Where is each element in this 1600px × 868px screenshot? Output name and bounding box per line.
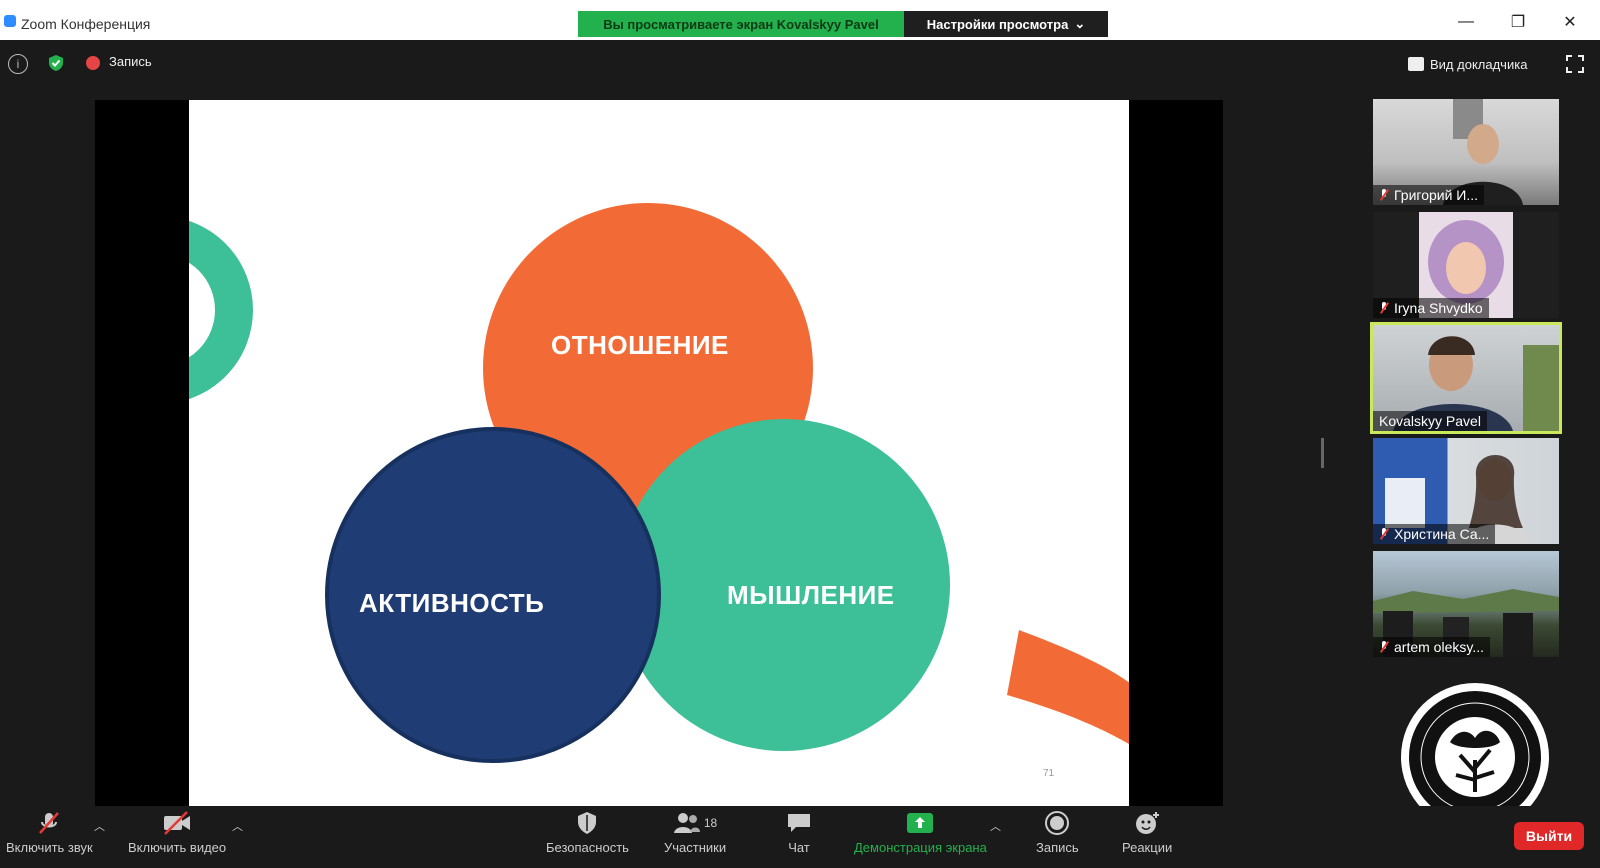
chevron-down-icon: ⌄: [1074, 16, 1086, 31]
reactions-button[interactable]: Реакции: [1122, 810, 1172, 855]
video-off-icon: [162, 810, 192, 836]
participant-tile[interactable]: Григорий И...: [1373, 99, 1559, 205]
muted-mic-icon: [1379, 640, 1389, 654]
record-icon: [1042, 810, 1072, 836]
participant-tile[interactable]: artem oleksy...: [1373, 551, 1559, 657]
speaker-view-button[interactable]: Вид докладчика: [1408, 50, 1527, 78]
participant-name-bar: Kovalskyy Pavel: [1373, 411, 1487, 431]
unmute-button[interactable]: Включить звук: [6, 810, 93, 855]
view-options-button[interactable]: Настройки просмотра ⌄: [904, 11, 1108, 37]
encryption-shield-icon[interactable]: [47, 54, 65, 72]
meeting-topbar: [0, 40, 1600, 84]
security-button[interactable]: Безопасность: [546, 810, 629, 855]
participants-label: Участники: [664, 840, 727, 855]
participants-icon: 18: [670, 810, 720, 836]
speaker-view-label: Вид докладчика: [1430, 56, 1528, 72]
presentation-slide: ОТНОШЕНИЕ АКТИВНОСТЬ МЫШЛЕНИЕ 71: [189, 100, 1129, 806]
share-options-chevron-icon[interactable]: ︿: [990, 818, 1001, 834]
participant-name-bar: artem oleksy...: [1373, 637, 1490, 657]
start-video-label: Включить видео: [128, 840, 227, 855]
decorative-ring: [189, 220, 253, 400]
muted-mic-icon: [1379, 188, 1389, 202]
restore-icon[interactable]: ❐: [1504, 10, 1532, 34]
screen-share-banner: Вы просматриваете экран Kovalskyy Pavel: [578, 11, 904, 37]
participant-name-bar: Григорий И...: [1373, 185, 1485, 205]
slide-graphics: [189, 203, 1129, 763]
participant-tile[interactable]: Христина Са...: [1373, 438, 1559, 544]
video-options-chevron-icon[interactable]: ︿: [232, 818, 243, 834]
decorative-bar: [1007, 630, 1129, 744]
info-icon[interactable]: i: [8, 54, 28, 74]
participants-button[interactable]: 18 Участники: [664, 810, 726, 855]
window-titlebar: Zoom Конференция Вы просматриваете экран…: [0, 0, 1600, 40]
circle-label-activity: АКТИВНОСТЬ: [359, 588, 545, 618]
circle-label-attitude: ОТНОШЕНИЕ: [551, 330, 729, 360]
chat-button[interactable]: Чат: [784, 810, 814, 855]
muted-mic-icon: [1379, 527, 1389, 541]
participant-tile[interactable]: Iryna Shvydko: [1373, 212, 1559, 318]
chat-label: Чат: [788, 840, 810, 855]
share-screen-label: Демонстрация экрана: [854, 840, 987, 855]
audio-options-chevron-icon[interactable]: ︿: [94, 818, 105, 834]
participant-tile-active-speaker[interactable]: Kovalskyy Pavel: [1370, 322, 1562, 434]
minimize-icon[interactable]: —: [1452, 10, 1480, 34]
leave-button[interactable]: Выйти: [1514, 822, 1584, 850]
zoom-logo-icon: [4, 15, 16, 27]
circle-label-thinking: МЫШЛЕНИЕ: [727, 580, 895, 610]
shield-icon: [572, 810, 602, 836]
participants-count: 18: [703, 816, 718, 830]
grid-icon: [1408, 57, 1424, 71]
muted-mic-icon: [1379, 301, 1389, 315]
record-label: Запись: [1036, 840, 1079, 855]
close-icon[interactable]: ✕: [1556, 10, 1584, 34]
participant-name: Григорий И...: [1394, 187, 1479, 203]
muted-mic-icon: [34, 810, 64, 836]
participant-name-bar: Христина Са...: [1373, 524, 1496, 544]
participant-name: artem oleksy...: [1394, 639, 1484, 655]
chat-icon: [784, 810, 814, 836]
panel-resize-handle[interactable]: [1321, 438, 1324, 468]
record-button[interactable]: Запись: [1036, 810, 1079, 855]
fullscreen-icon[interactable]: [1566, 55, 1584, 73]
recording-label: Запись: [109, 54, 152, 69]
slide-page-number: 71: [1043, 768, 1055, 779]
view-options-label: Настройки просмотра: [926, 16, 1069, 32]
start-video-button[interactable]: Включить видео: [128, 810, 226, 855]
participant-name: Iryna Shvydko: [1394, 300, 1483, 316]
smiley-icon: [1132, 810, 1162, 836]
share-screen-button[interactable]: Демонстрация экрана: [854, 810, 987, 855]
reactions-label: Реакции: [1122, 840, 1173, 855]
participant-name-bar: Iryna Shvydko: [1373, 298, 1489, 318]
window-title: Zoom Конференция: [21, 16, 151, 32]
share-screen-icon: [905, 810, 935, 836]
participant-name: Kovalskyy Pavel: [1379, 413, 1481, 429]
unmute-label: Включить звук: [6, 840, 93, 855]
security-label: Безопасность: [546, 840, 629, 855]
participant-name: Христина Са...: [1394, 526, 1490, 542]
recording-dot-icon: [86, 56, 100, 70]
